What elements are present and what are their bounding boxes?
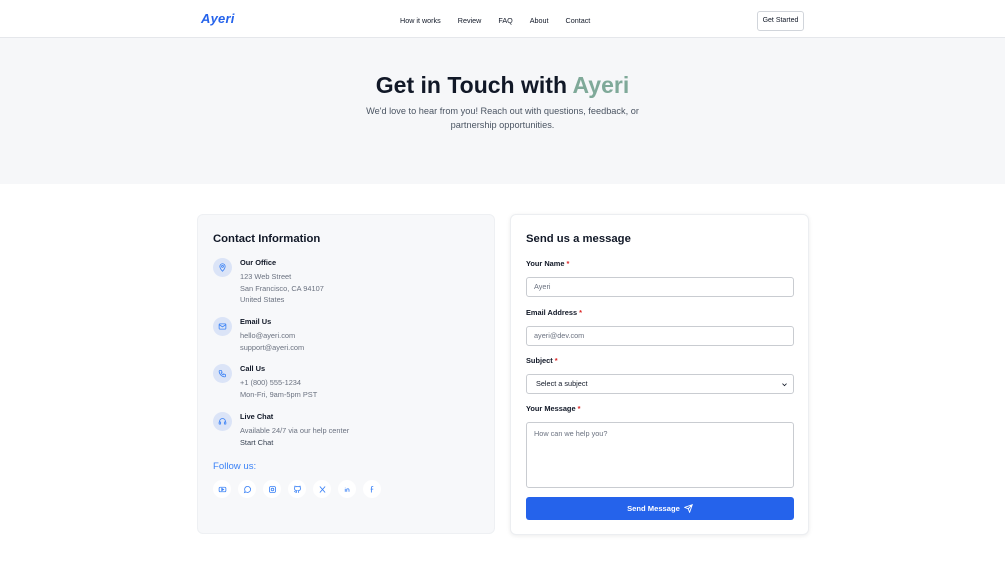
send-message-button[interactable]: Send Message — [526, 497, 794, 520]
chat-line-1: Available 24/7 via our help center — [240, 426, 350, 435]
phone-icon — [213, 364, 232, 383]
contact-info-title: Contact Information — [213, 233, 321, 245]
required-mark: * — [566, 259, 570, 268]
hero-section: Get in Touch with Ayeri We'd love to hea… — [0, 38, 1005, 184]
name-label: Your Name * — [526, 259, 569, 268]
start-chat-link[interactable]: Start Chat — [240, 438, 273, 447]
subject-label-text: Subject — [526, 356, 553, 365]
contact-info-card: Contact Information Our Office 123 Web S… — [197, 214, 495, 534]
nav-how-it-works[interactable]: How it works — [400, 16, 441, 25]
message-textarea[interactable]: How can we help you? — [526, 422, 794, 488]
call-title: Call Us — [240, 364, 266, 373]
nav-contact[interactable]: Contact — [566, 16, 591, 25]
required-mark: * — [554, 356, 558, 365]
email-label: Email Address * — [526, 308, 582, 317]
facebook-icon[interactable] — [363, 480, 381, 498]
email-label-text: Email Address — [526, 308, 578, 317]
hero-subtitle: We'd love to hear from you! Reach out wi… — [366, 106, 639, 130]
x-icon[interactable] — [313, 480, 331, 498]
required-mark: * — [577, 404, 581, 413]
title-accent: Ayeri — [572, 72, 630, 98]
email-title: Email Us — [240, 317, 272, 326]
email-line-1[interactable]: hello@ayeri.com — [240, 331, 295, 340]
name-input[interactable]: Ayeri — [526, 277, 794, 297]
get-started-button[interactable]: Get Started — [757, 11, 804, 31]
nav-faq[interactable]: FAQ — [498, 16, 512, 25]
linkedin-icon[interactable] — [338, 480, 356, 498]
whatsapp-icon[interactable] — [238, 480, 256, 498]
title-main: Get in Touch with — [375, 72, 573, 98]
email-input[interactable]: ayeri@dev.com — [526, 326, 794, 346]
top-header: Ayeri How it works Review FAQ About Cont… — [0, 0, 1005, 38]
mail-icon — [213, 317, 232, 336]
form-title: Send us a message — [526, 233, 631, 245]
logo[interactable]: Ayeri — [201, 11, 235, 26]
call-line-2: Mon-Fri, 9am-5pm PST — [240, 390, 318, 399]
github-icon[interactable] — [288, 480, 306, 498]
required-mark: * — [579, 308, 583, 317]
instagram-icon[interactable] — [263, 480, 281, 498]
email-line-2[interactable]: support@ayeri.com — [240, 343, 304, 352]
nav-about[interactable]: About — [530, 16, 549, 25]
social-links — [213, 480, 388, 498]
chat-title: Live Chat — [240, 412, 274, 421]
subject-select[interactable]: Select a subject — [526, 374, 794, 394]
office-line-3: United States — [240, 295, 285, 304]
headset-icon — [213, 412, 232, 431]
message-form-card: Send us a message Your Name * Ayeri Emai… — [510, 214, 809, 535]
subject-label: Subject * — [526, 356, 558, 365]
send-icon — [683, 504, 693, 513]
nav-review[interactable]: Review — [458, 16, 482, 25]
subject-selected-value: Select a subject — [536, 379, 588, 388]
main-nav: How it works Review FAQ About Contact — [400, 16, 607, 25]
message-label-text: Your Message — [526, 404, 576, 413]
youtube-icon[interactable] — [213, 480, 231, 498]
message-label: Your Message * — [526, 404, 581, 413]
office-line-2: San Francisco, CA 94107 — [240, 284, 324, 293]
send-message-label: Send Message — [627, 504, 680, 513]
office-line-1: 123 Web Street — [240, 272, 292, 281]
name-label-text: Your Name — [526, 259, 565, 268]
map-pin-icon — [213, 258, 232, 277]
call-line-1[interactable]: +1 (800) 555-1234 — [240, 378, 301, 387]
chevron-down-icon — [782, 383, 787, 387]
office-title: Our Office — [240, 258, 277, 267]
page-title: Get in Touch with Ayeri — [0, 72, 1005, 99]
follow-us-label: Follow us: — [213, 461, 257, 472]
